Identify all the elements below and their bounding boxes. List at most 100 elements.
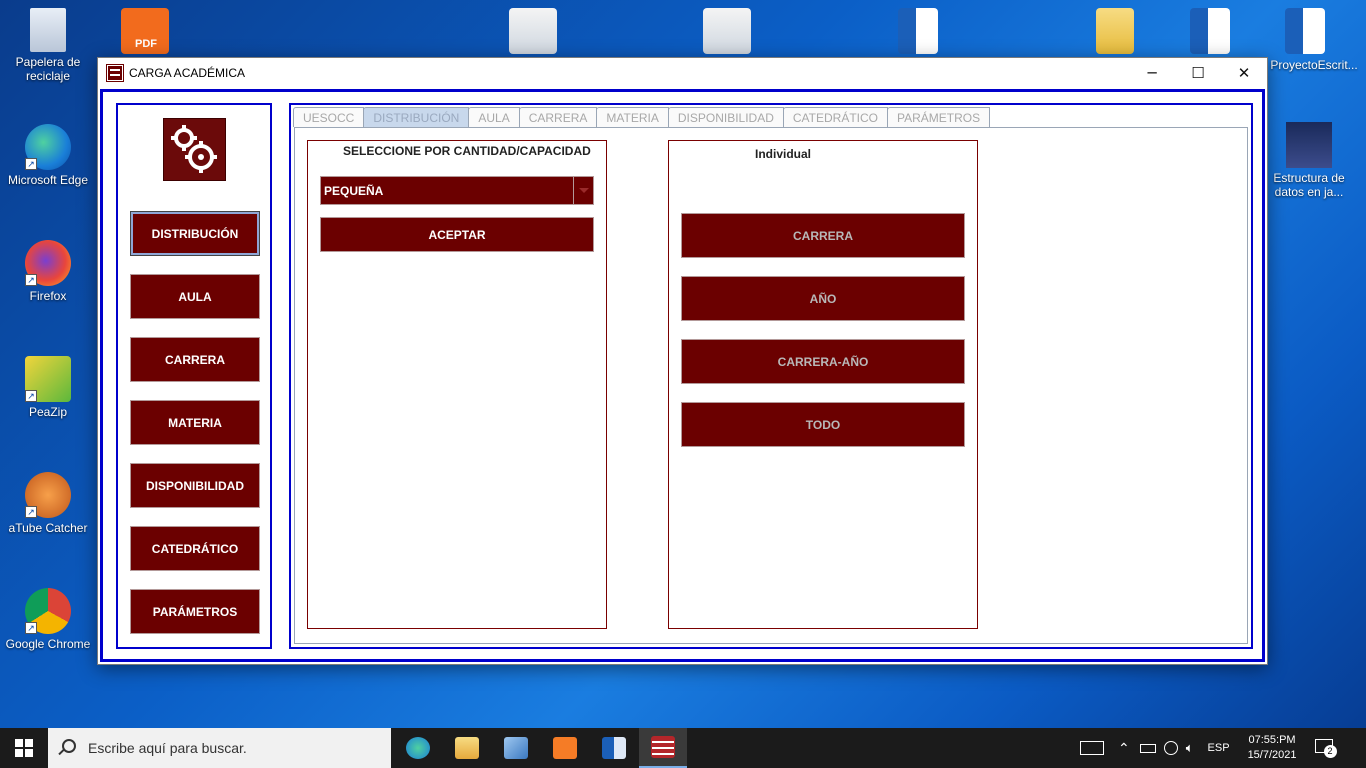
- app-icon: [106, 63, 124, 82]
- tab-parametros[interactable]: PARÁMETROS: [887, 107, 991, 127]
- tab-catedratico[interactable]: CATEDRÁTICO: [782, 107, 889, 127]
- taskbar-edge[interactable]: [394, 728, 442, 768]
- pdf-badge: PDF: [135, 38, 157, 50]
- desktop-icon-peazip[interactable]: ↗ PeaZip: [2, 356, 94, 419]
- java-icon[interactable]: [703, 8, 751, 54]
- sidebar-item-materia[interactable]: MATERIA: [130, 400, 260, 445]
- clock-date: 15/7/2021: [1247, 749, 1297, 761]
- word-icon: [602, 737, 626, 759]
- desktop-icon-atube[interactable]: ↗ aTube Catcher: [2, 472, 94, 535]
- maximize-button[interactable]: ☐: [1175, 58, 1221, 87]
- notifications-button[interactable]: 2: [1314, 739, 1337, 758]
- desktop-icon-proyecto[interactable]: ProyectoEscrit...: [1264, 58, 1364, 72]
- folder-icon[interactable]: [1096, 8, 1134, 54]
- taskbar-word[interactable]: [590, 728, 638, 768]
- word-doc-icon[interactable]: [1190, 8, 1230, 54]
- desktop-icon-recycle-bin[interactable]: Papelera de reciclaje: [2, 8, 94, 83]
- individual-group: Individual CARRERA AÑO CARRERA-AÑO TODO: [668, 140, 978, 629]
- taskbar-search[interactable]: Escribe aquí para buscar.: [48, 728, 391, 768]
- accept-button[interactable]: ACEPTAR: [320, 217, 594, 252]
- taskbar-virtualbox[interactable]: [492, 728, 540, 768]
- tab-uesocc[interactable]: UESOCC: [293, 107, 365, 127]
- xampp-icon: [553, 737, 577, 759]
- desktop-icon-label: aTube Catcher: [8, 521, 88, 535]
- windows-logo-icon: [15, 739, 33, 757]
- notification-count: 2: [1323, 745, 1337, 758]
- clock[interactable]: 07:55:PM 15/7/2021: [1248, 733, 1297, 763]
- sidebar: DISTRIBUCIÓN AULA CARRERA MATERIA DISPON…: [116, 103, 272, 649]
- individual-group-title: Individual: [755, 147, 812, 161]
- java-installer-icon[interactable]: [509, 8, 557, 54]
- desktop-icon-label: PeaZip: [28, 405, 68, 419]
- sidebar-item-aula[interactable]: AULA: [130, 274, 260, 319]
- desktop-icon-label: Firefox: [29, 289, 67, 303]
- title-bar[interactable]: CARGA ACADÉMICA ─ ☐ ✕: [98, 58, 1267, 87]
- atube-catcher-icon: ↗: [25, 472, 71, 518]
- window-title: CARGA ACADÉMICA: [129, 65, 246, 80]
- chevron-down-icon[interactable]: [573, 177, 593, 204]
- desktop-icon-label: Microsoft Edge: [7, 173, 89, 187]
- word-doc-icon[interactable]: [898, 8, 938, 54]
- pdf-app-icon[interactable]: PDF: [121, 8, 169, 54]
- desktop-icon-label: Estructura de datos en ja...: [1273, 171, 1345, 199]
- chevron-up-icon[interactable]: ⌃: [1118, 740, 1130, 757]
- desktop-icon-label: ProyectoEscrit...: [1270, 58, 1358, 72]
- word-doc-icon[interactable]: [1285, 8, 1325, 54]
- sidebar-item-distribucion[interactable]: DISTRIBUCIÓN: [130, 211, 260, 256]
- firefox-icon: ↗: [25, 240, 71, 286]
- sidebar-item-disponibilidad[interactable]: DISPONIBILIDAD: [130, 463, 260, 508]
- capacity-select-value: PEQUEÑA: [324, 183, 384, 198]
- tab-strip: UESOCC DISTRIBUCIÓN AULA CARRERA MATERIA…: [293, 107, 991, 129]
- search-placeholder: Escribe aquí para buscar.: [88, 740, 247, 756]
- sidebar-item-parametros[interactable]: PARÁMETROS: [130, 589, 260, 634]
- sidebar-item-carrera[interactable]: CARRERA: [130, 337, 260, 382]
- recycle-bin-icon: [30, 8, 66, 52]
- peazip-icon: ↗: [25, 356, 71, 402]
- language-indicator[interactable]: ESP: [1208, 742, 1230, 754]
- tab-aula[interactable]: AULA: [468, 107, 520, 127]
- folder-icon: [455, 737, 479, 759]
- capacity-group-title: SELECCIONE POR CANTIDAD/CAPACIDAD: [343, 144, 591, 158]
- book-icon: [1286, 122, 1332, 168]
- anio-button[interactable]: AÑO: [681, 276, 965, 321]
- clock-time: 07:55:PM: [1248, 734, 1296, 746]
- todo-button[interactable]: TODO: [681, 402, 965, 447]
- edge-icon: [406, 737, 430, 759]
- tab-materia[interactable]: MATERIA: [596, 107, 669, 127]
- desktop-icon-firefox[interactable]: ↗ Firefox: [2, 240, 94, 303]
- tab-panel: UESOCC DISTRIBUCIÓN AULA CARRERA MATERIA…: [289, 103, 1253, 649]
- tab-content: SELECCIONE POR CANTIDAD/CAPACIDAD PEQUEÑ…: [294, 127, 1248, 644]
- volume-icon[interactable]: 🔈︎: [1186, 740, 1194, 756]
- tab-disponibilidad[interactable]: DISPONIBILIDAD: [667, 107, 784, 127]
- taskbar-file-explorer[interactable]: [443, 728, 491, 768]
- taskbar-xampp[interactable]: [541, 728, 589, 768]
- carrera-anio-button[interactable]: CARRERA-AÑO: [681, 339, 965, 384]
- edge-icon: ↗: [25, 124, 71, 170]
- app-icon: [651, 736, 675, 758]
- close-button[interactable]: ✕: [1221, 58, 1267, 87]
- carrera-button[interactable]: CARRERA: [681, 213, 965, 258]
- app-window: CARGA ACADÉMICA ─ ☐ ✕ DISTRIBUCIÓN AULA …: [97, 57, 1268, 665]
- capacity-group: SELECCIONE POR CANTIDAD/CAPACIDAD PEQUEÑ…: [307, 140, 607, 629]
- gears-logo-icon: [163, 118, 226, 181]
- battery-icon[interactable]: [1139, 743, 1156, 753]
- minimize-button[interactable]: ─: [1129, 58, 1175, 87]
- start-button[interactable]: [0, 728, 48, 768]
- news-icon[interactable]: [1080, 741, 1104, 755]
- network-icon[interactable]: [1163, 741, 1178, 755]
- system-tray: ⌃ 🔈︎ ESP 07:55:PM 15/7/2021 2: [1080, 728, 1337, 768]
- chrome-icon: ↗: [25, 588, 71, 634]
- desktop-icon-estructura[interactable]: Estructura de datos en ja...: [1264, 122, 1354, 199]
- desktop-icon-edge[interactable]: ↗ Microsoft Edge: [2, 124, 94, 187]
- search-icon: [62, 739, 76, 753]
- capacity-select[interactable]: PEQUEÑA: [320, 176, 594, 205]
- desktop-icon-label: Papelera de reciclaje: [15, 55, 81, 83]
- sidebar-item-catedratico[interactable]: CATEDRÁTICO: [130, 526, 260, 571]
- tab-carrera[interactable]: CARRERA: [518, 107, 598, 127]
- tab-distribucion[interactable]: DISTRIBUCIÓN: [363, 107, 470, 127]
- taskbar: Escribe aquí para buscar. ⌃ 🔈︎ ESP 07:55…: [0, 728, 1366, 768]
- taskbar-carga-academica[interactable]: [639, 728, 687, 768]
- desktop-icon-chrome[interactable]: ↗ Google Chrome: [2, 588, 94, 651]
- cube-icon: [504, 737, 528, 759]
- client-area: DISTRIBUCIÓN AULA CARRERA MATERIA DISPON…: [100, 89, 1265, 662]
